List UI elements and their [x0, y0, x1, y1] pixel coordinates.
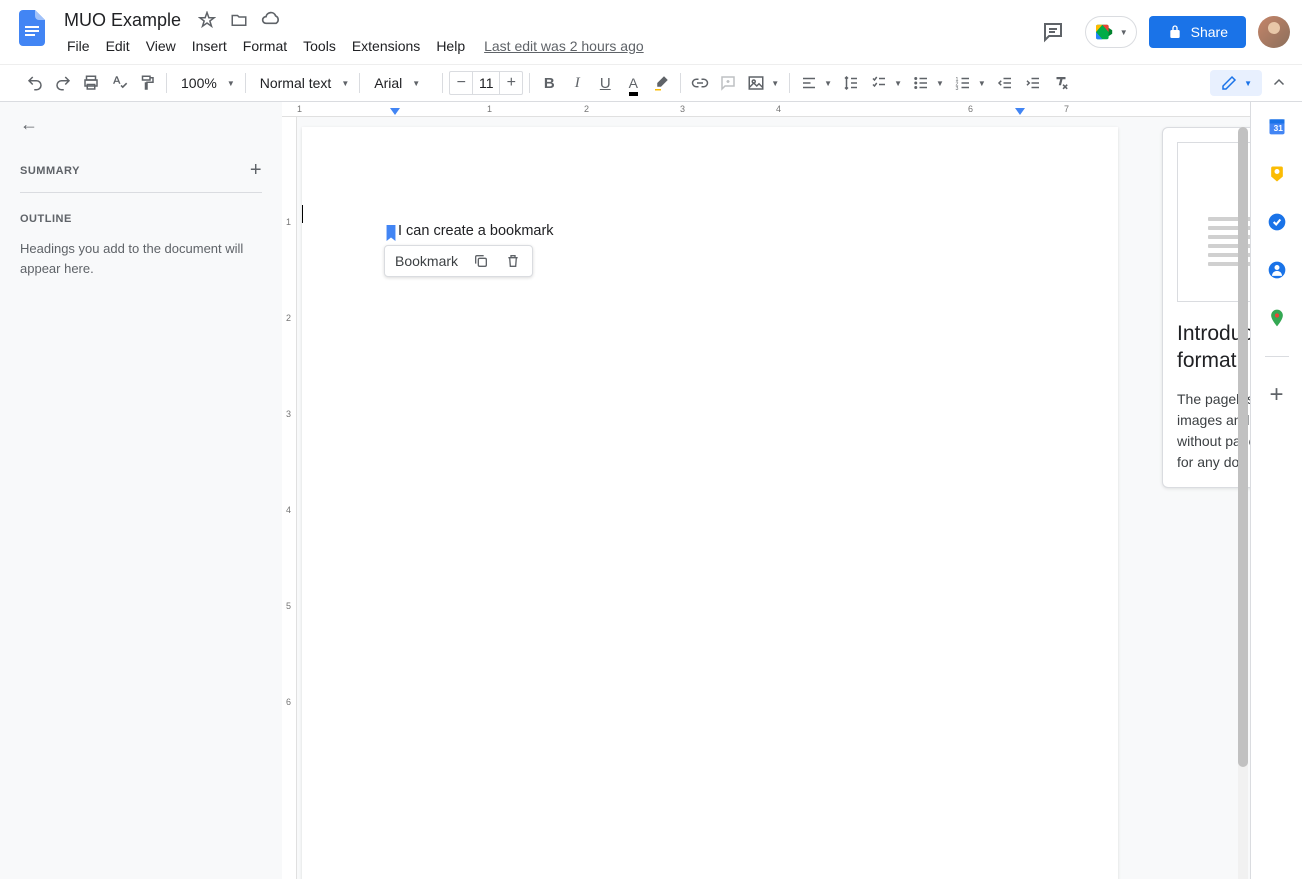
add-addon-button[interactable]: +	[1267, 385, 1287, 405]
svg-text:31: 31	[1273, 123, 1283, 133]
horizontal-ruler[interactable]: 1 1 2 3 4 6 7	[282, 102, 1302, 117]
outline-panel: ← SUMMARY + OUTLINE Headings you add to …	[0, 102, 282, 879]
keep-icon[interactable]	[1267, 164, 1287, 184]
spellcheck-button[interactable]	[106, 70, 132, 96]
title-area: MUO Example File Edit View Insert Format…	[60, 8, 1033, 58]
menu-tools[interactable]: Tools	[296, 34, 343, 58]
text-cursor	[302, 205, 303, 223]
styles-select[interactable]: Normal text▼	[252, 75, 354, 91]
align-button[interactable]: ▼	[796, 74, 836, 92]
side-panel-rail: 31 +	[1250, 102, 1302, 879]
last-edit-link[interactable]: Last edit was 2 hours ago	[484, 38, 644, 54]
underline-button[interactable]: U	[592, 70, 618, 96]
vertical-scrollbar[interactable]	[1238, 127, 1248, 879]
lock-icon	[1167, 24, 1183, 40]
calendar-icon[interactable]: 31	[1267, 116, 1287, 136]
tasks-icon[interactable]	[1267, 212, 1287, 232]
bookmarked-line: I can create a bookmark Bookmark	[398, 223, 1022, 239]
menu-file[interactable]: File	[60, 34, 97, 58]
vertical-ruler[interactable]: 1 2 3 4 5 6	[282, 117, 297, 879]
bullet-list-button[interactable]: ▼	[908, 74, 948, 92]
paint-format-button[interactable]	[134, 70, 160, 96]
header-actions: ▼ Share	[1033, 8, 1290, 56]
zoom-select[interactable]: 100%▼	[173, 75, 239, 91]
star-icon[interactable]	[197, 10, 217, 30]
document-title[interactable]: MUO Example	[60, 8, 185, 33]
increase-font-button[interactable]: +	[500, 72, 522, 94]
print-button[interactable]	[78, 70, 104, 96]
comments-icon[interactable]	[1033, 12, 1073, 52]
menu-edit[interactable]: Edit	[99, 34, 137, 58]
toolbar: 100%▼ Normal text▼ Arial▼ − 11 + B I U A…	[0, 64, 1302, 102]
app-header: MUO Example File Edit View Insert Format…	[0, 0, 1302, 64]
copy-link-button[interactable]	[472, 252, 490, 270]
menu-insert[interactable]: Insert	[185, 34, 234, 58]
meet-button[interactable]: ▼	[1085, 16, 1137, 48]
line-spacing-button[interactable]	[838, 74, 864, 92]
chevron-down-icon: ▼	[1120, 28, 1128, 37]
collapse-button[interactable]	[1266, 70, 1292, 96]
document-text[interactable]: I can create a bookmark	[398, 223, 554, 239]
outline-label: OUTLINE	[20, 213, 262, 225]
bookmark-icon[interactable]	[384, 225, 398, 241]
menu-help[interactable]: Help	[429, 34, 472, 58]
menu-bar: File Edit View Insert Format Tools Exten…	[60, 34, 1033, 58]
delete-bookmark-button[interactable]	[504, 252, 522, 270]
checklist-button[interactable]: ▼	[866, 74, 906, 92]
main-area: ← SUMMARY + OUTLINE Headings you add to …	[0, 102, 1302, 879]
font-size-control: − 11 +	[449, 71, 523, 95]
canvas-area: 1 1 2 3 4 6 7 1 2 3 4 5 6 I can create a…	[282, 102, 1302, 879]
svg-text:3: 3	[955, 86, 958, 92]
account-avatar[interactable]	[1258, 16, 1290, 48]
scrollbar-thumb[interactable]	[1238, 127, 1248, 767]
font-size-input[interactable]: 11	[472, 72, 500, 94]
cloud-icon[interactable]	[261, 10, 281, 30]
share-button[interactable]: Share	[1149, 16, 1246, 48]
undo-button[interactable]	[22, 70, 48, 96]
clear-format-button[interactable]	[1048, 70, 1074, 96]
comment-button[interactable]	[715, 70, 741, 96]
italic-button[interactable]: I	[564, 70, 590, 96]
left-margin-marker[interactable]	[390, 108, 400, 115]
menu-view[interactable]: View	[139, 34, 183, 58]
document-page[interactable]: I can create a bookmark Bookmark	[302, 127, 1118, 879]
maps-icon[interactable]	[1267, 308, 1287, 328]
editing-mode-button[interactable]: ▼	[1210, 70, 1262, 96]
bookmark-popup: Bookmark	[384, 245, 533, 277]
contacts-icon[interactable]	[1267, 260, 1287, 280]
share-label: Share	[1191, 24, 1228, 40]
link-button[interactable]	[687, 70, 713, 96]
bold-button[interactable]: B	[536, 70, 562, 96]
decrease-font-button[interactable]: −	[450, 72, 472, 94]
indent-button[interactable]	[1020, 70, 1046, 96]
outdent-button[interactable]	[992, 70, 1018, 96]
bookmark-popup-label: Bookmark	[395, 253, 458, 269]
meet-icon	[1094, 23, 1116, 41]
chevron-down-icon: ▼	[1244, 79, 1252, 88]
highlight-button[interactable]	[648, 70, 674, 96]
image-button[interactable]: ▼	[743, 74, 783, 92]
menu-extensions[interactable]: Extensions	[345, 34, 427, 58]
font-select[interactable]: Arial▼	[366, 75, 436, 91]
menu-format[interactable]: Format	[236, 34, 294, 58]
outline-hint: Headings you add to the document will ap…	[20, 239, 262, 278]
numbered-list-button[interactable]: 123▼	[950, 74, 990, 92]
summary-label: SUMMARY	[20, 165, 80, 177]
pencil-icon	[1220, 74, 1238, 92]
redo-button[interactable]	[50, 70, 76, 96]
move-icon[interactable]	[229, 10, 249, 30]
text-color-button[interactable]: A	[620, 70, 646, 96]
add-summary-button[interactable]: +	[250, 159, 262, 182]
right-margin-marker[interactable]	[1015, 108, 1025, 115]
outline-close-button[interactable]: ←	[20, 114, 262, 135]
docs-logo[interactable]	[12, 8, 52, 48]
